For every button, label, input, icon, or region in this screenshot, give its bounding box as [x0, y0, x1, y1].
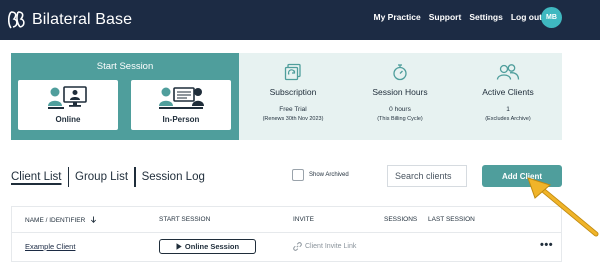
session-hours-value: 0 hours	[389, 106, 411, 113]
header-sessions: SESSIONS	[384, 216, 418, 223]
client-table: NAME / IDENTIFIER START SESSION INVITE S…	[11, 206, 562, 262]
active-clients-value: 1	[506, 106, 510, 113]
subscription-note: (Renews 30th Nov 2023)	[262, 116, 324, 122]
brand[interactable]: Bilateral Base	[8, 9, 132, 31]
header-start-session: START SESSION	[159, 216, 211, 223]
brand-name: Bilateral Base	[32, 11, 133, 28]
list-tabs: Client List Group List Session Log	[11, 167, 211, 187]
sort-arrow-icon[interactable]	[90, 216, 97, 223]
summary-panel: Start Session Online In-Person Subscript…	[11, 53, 562, 140]
subscription-stat: Subscription Free Trial (Renews 30th Nov…	[239, 53, 347, 140]
in-person-label: In-Person	[162, 115, 200, 124]
show-archived-label: Show Archived	[309, 172, 349, 178]
show-archived-toggle[interactable]: Show Archived	[292, 169, 349, 181]
nav-log-out[interactable]: Log out	[511, 12, 542, 22]
show-archived-checkbox[interactable]	[292, 169, 304, 181]
header-last-session: LAST SESSION	[428, 216, 475, 223]
pointer-arrow	[527, 177, 599, 237]
header-name-label: NAME / IDENTIFIER	[25, 217, 86, 224]
start-online-session-button[interactable]: Online	[18, 80, 118, 130]
start-session-title: Start Session	[96, 61, 154, 72]
stopwatch-icon	[393, 64, 407, 81]
online-session-label: Online Session	[184, 242, 240, 251]
active-clients-note: (Excludes Archive)	[485, 116, 531, 122]
nav-settings[interactable]: Settings	[469, 12, 503, 22]
session-hours-note: (This Billing Cycle)	[377, 116, 423, 122]
tab-group-list[interactable]: Group List	[69, 167, 134, 187]
top-navbar: Bilateral Base My Practice Support Setti…	[0, 0, 600, 40]
header-name[interactable]: NAME / IDENTIFIER	[25, 216, 97, 224]
active-clients-title: Active Clients	[482, 87, 534, 97]
subscription-icon	[284, 63, 301, 81]
more-options-icon[interactable]: •••	[540, 239, 553, 251]
client-name-link[interactable]: Example Client	[25, 242, 75, 251]
users-icon	[496, 64, 520, 80]
search-clients-input[interactable]	[387, 165, 467, 187]
play-icon	[176, 243, 182, 250]
client-invite-link[interactable]: Client Invite Link	[293, 242, 356, 251]
main-nav: My Practice Support Settings Log out	[373, 12, 542, 22]
session-hours-title: Session Hours	[372, 87, 428, 97]
online-session-icon	[48, 86, 87, 109]
tab-client-list[interactable]: Client List	[11, 167, 68, 187]
avatar[interactable]: MB	[541, 7, 562, 28]
subscription-value: Free Trial	[279, 106, 307, 113]
online-session-button[interactable]: Online Session	[159, 239, 256, 254]
session-hours-stat: Session Hours 0 hours (This Billing Cycl…	[346, 53, 454, 140]
nav-my-practice[interactable]: My Practice	[373, 12, 420, 22]
active-clients-stat: Active Clients 1 (Excludes Archive)	[454, 53, 562, 140]
client-invite-label: Client Invite Link	[305, 243, 357, 250]
online-label: Online	[55, 115, 81, 124]
header-divider	[12, 232, 561, 233]
in-person-session-icon	[159, 87, 204, 109]
start-in-person-session-button[interactable]: In-Person	[131, 80, 231, 130]
start-session-section: Start Session Online In-Person	[11, 53, 239, 140]
subscription-title: Subscription	[269, 87, 317, 97]
bb-logo-icon	[8, 11, 25, 29]
link-icon	[293, 242, 302, 251]
header-invite: INVITE	[293, 216, 314, 223]
nav-support[interactable]: Support	[429, 12, 462, 22]
tab-session-log[interactable]: Session Log	[136, 167, 211, 187]
